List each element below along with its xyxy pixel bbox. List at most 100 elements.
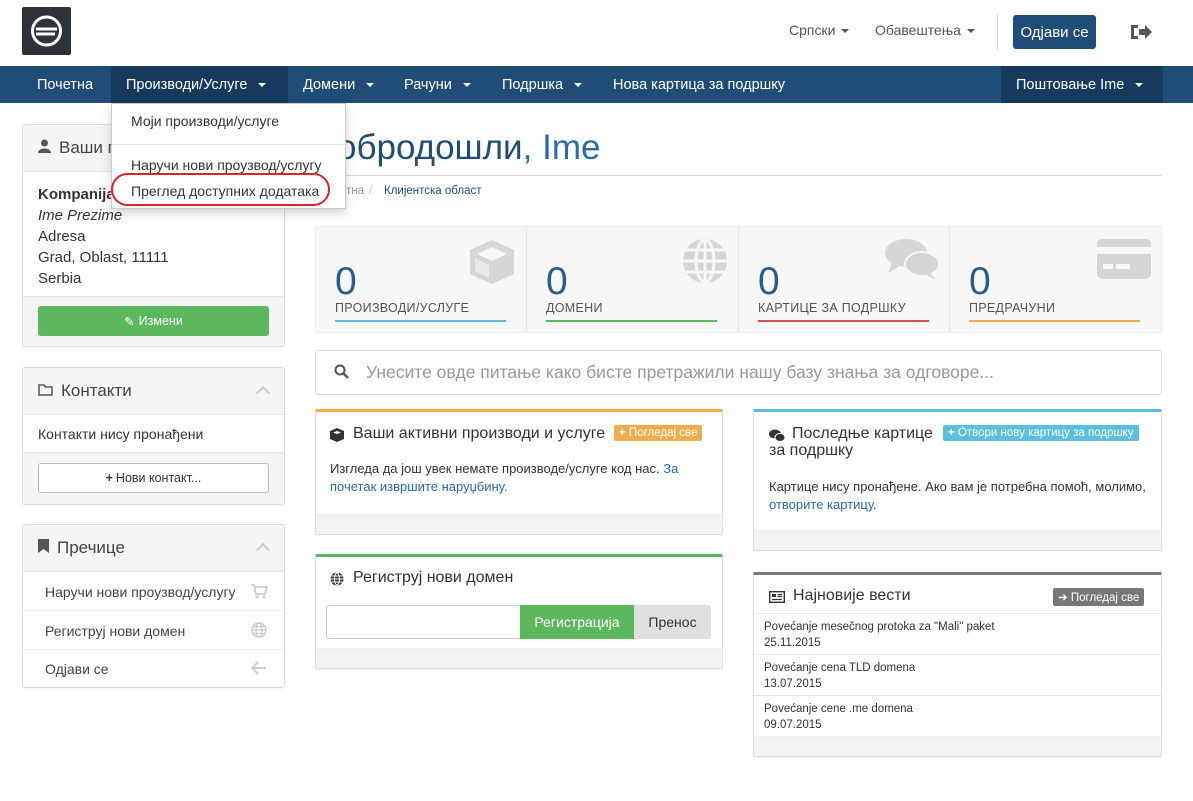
news-title: Povećanje mesečnog protoka za "Mali" pak… (764, 621, 995, 633)
tickets-card: Последње картице за подршку + Отвори нов… (753, 409, 1162, 551)
tile-services[interactable]: 0 ПРОИЗВОДИ/УСЛУГЕ (316, 227, 527, 332)
nav-support[interactable]: Подршка (487, 66, 597, 103)
tile-label: ПРЕДРАЧУНИ (969, 301, 1056, 315)
tile-tickets[interactable]: 0 КАРТИЦЕ ЗА ПОДРШКУ (739, 227, 950, 332)
news-card: Најновије вести ➔ Погледај све Povećanje… (753, 572, 1162, 757)
tile-domains[interactable]: 0 ДОМЕНИ (527, 227, 739, 332)
shortcut-logout-label: Одјави се (45, 661, 109, 677)
nav-services[interactable]: Производи/Услуге (111, 66, 288, 103)
register-button[interactable]: Регистрација (520, 605, 634, 639)
transfer-button[interactable]: Пренос (634, 605, 711, 639)
breadcrumb-separator: / (369, 185, 373, 197)
new-contact-button[interactable]: + Нови контакт... (38, 463, 269, 493)
logout-button[interactable]: Одјави се (1013, 15, 1096, 49)
nav-domains-label: Домени (303, 76, 356, 93)
stats-tiles: 0 ПРОИЗВОДИ/УСЛУГЕ 0 ДОМЕНИ 0 КАРТИЦЕ ЗА… (315, 226, 1162, 333)
logo-icon (31, 15, 62, 47)
notifications-menu[interactable]: Обавештења (875, 22, 975, 38)
card-title-line2: за подршку (769, 442, 854, 459)
welcome-text: обродошли (337, 128, 523, 167)
nav-account-label: Поштовање Ime (1016, 76, 1125, 93)
dropdown-my-services[interactable]: Моји производи/услуге (131, 113, 279, 129)
domain-input[interactable] (326, 605, 521, 639)
comments-icon (769, 429, 785, 442)
logo[interactable] (22, 7, 71, 55)
nav-account[interactable]: Поштовање Ime (1001, 66, 1163, 103)
services-empty-text: Изгледа да још увек немате производе/усл… (330, 461, 660, 476)
sign-out-icon[interactable] (1129, 22, 1153, 42)
nav-open-ticket[interactable]: Нова картица за подршку (598, 66, 800, 103)
tile-invoices[interactable]: 0 ПРЕДРАЧУНИ (950, 227, 1161, 332)
chevron-up-icon[interactable] (255, 542, 271, 558)
nav-domains[interactable]: Домени (288, 66, 389, 103)
tile-value: 0 (758, 260, 780, 303)
pencil-icon: ✎ (124, 314, 135, 329)
edit-details-button[interactable]: ✎ Измени (38, 306, 269, 336)
globe-icon (251, 622, 267, 638)
badge-label: Погледај све (1070, 592, 1140, 604)
open-ticket-link[interactable]: отворите картицу (769, 497, 873, 512)
tile-underline (969, 320, 1140, 322)
welcome-name: Ime (542, 128, 601, 167)
dropdown-order-new[interactable]: Наручи нови проузвод/услугу (131, 157, 322, 173)
chevron-up-icon[interactable] (255, 385, 271, 401)
arrow-right-icon: ➔ (1058, 592, 1068, 604)
nav-support-label: Подршка (502, 76, 564, 93)
tile-underline (546, 320, 717, 322)
panel-title: Контакти (61, 381, 132, 400)
register-domain-card: Региструј нови домен Регистрација Пренос (315, 554, 723, 669)
bookmark-icon (38, 538, 49, 558)
plus-icon: + (948, 427, 955, 439)
card-footer (754, 736, 1161, 756)
newspaper-icon (769, 591, 785, 603)
tickets-text-end: . (873, 497, 877, 512)
breadcrumb-home[interactable]: тна (346, 185, 364, 197)
view-all-news-badge[interactable]: ➔ Погледај све (1053, 588, 1145, 606)
card-text: Изгледа да још увек немате производе/усл… (330, 460, 710, 496)
chevron-down-icon (462, 82, 471, 87)
globe-icon (683, 238, 727, 284)
badge-label: Отвори нову картицу за подршку (957, 427, 1134, 439)
tile-label: КАРТИЦЕ ЗА ПОДРШКУ (758, 301, 906, 315)
nav-home[interactable]: Почетна (22, 66, 108, 103)
shortcut-register-label: Региструј нови домен (45, 623, 186, 639)
edit-button-label: Измени (138, 314, 183, 328)
card-title: Ваши активни производи и услуге (353, 425, 606, 442)
view-all-services-badge[interactable]: + Погледај све (614, 425, 703, 441)
news-item[interactable]: Povećanje mesečnog protoka za "Mali" pak… (754, 613, 1161, 654)
cube-icon (330, 428, 344, 442)
card-title-line1: Последње картице (792, 425, 933, 442)
tile-label: ДОМЕНИ (546, 301, 603, 315)
panel-title: Ваши п (59, 138, 117, 157)
notifications-label: Обавештења (875, 22, 961, 38)
open-ticket-badge[interactable]: + Отвори нову картицу за подршку (943, 425, 1139, 441)
panel-header[interactable]: Контакти (23, 368, 284, 415)
card-title: Региструј нови домен (353, 569, 514, 586)
language-menu[interactable]: Српски (789, 22, 850, 38)
contacts-panel: Контакти Контакти нису пронађени + Нови … (22, 367, 285, 505)
shortcut-logout[interactable]: Одјави се (23, 650, 284, 687)
chevron-down-icon (258, 82, 267, 87)
card-footer (754, 530, 1161, 550)
title-divider (315, 175, 1162, 176)
globe-icon (330, 572, 344, 586)
services-card: Ваши активни производи и услуге + Поглед… (315, 409, 723, 535)
tile-underline (758, 320, 929, 322)
shortcut-order-label: Наручи нови проузвод/услугу (45, 584, 236, 600)
plus-icon: + (105, 471, 113, 485)
tile-underline (335, 320, 506, 322)
shortcut-order[interactable]: Наручи нови проузвод/услугу (23, 572, 284, 611)
chevron-down-icon (966, 29, 975, 34)
header-divider (997, 14, 998, 50)
news-item[interactable]: Povećanje cene .me domena 09.07.2015 (754, 695, 1161, 736)
news-item[interactable]: Povećanje cena TLD domena 13.07.2015 (754, 654, 1161, 695)
plus-icon: + (619, 427, 626, 439)
shortcut-register-domain[interactable]: Региструј нови домен (23, 611, 284, 650)
nav-billing[interactable]: Рачуни (389, 66, 486, 103)
welcome-separator: , (522, 128, 533, 167)
client-country: Serbia (38, 270, 82, 287)
panel-header[interactable]: Пречице (23, 525, 284, 572)
folder-icon (38, 381, 53, 401)
page-title: обродошли, Ime (337, 128, 600, 168)
news-title: Povećanje cena TLD domena (764, 662, 916, 674)
